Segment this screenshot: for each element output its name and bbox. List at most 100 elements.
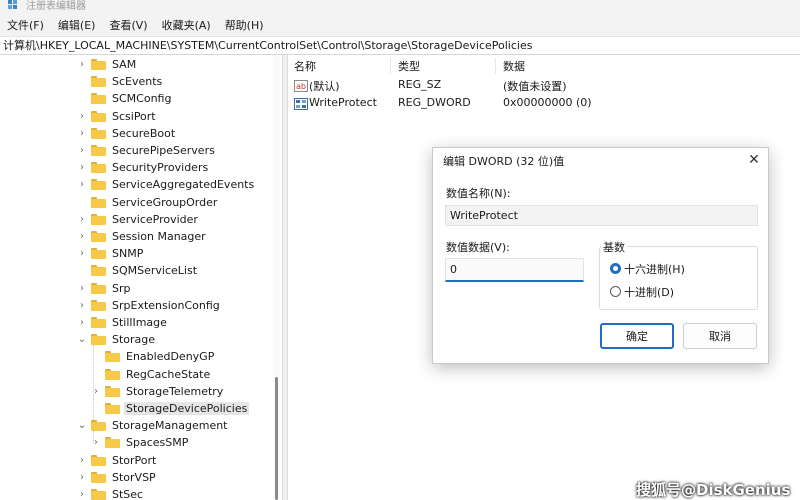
tree-item[interactable]: › StorVSP [77, 469, 158, 486]
tree-item[interactable]: ScEvents [77, 73, 164, 90]
tree-item[interactable]: › Session Manager [77, 228, 208, 245]
menu-help[interactable]: 帮助(H) [225, 17, 264, 33]
tree-item[interactable]: › SpacesSMP [91, 434, 190, 451]
chevron-right-icon[interactable]: › [77, 176, 87, 193]
value-name-field: WriteProtect [445, 205, 758, 226]
folder-icon [91, 179, 106, 191]
folder-icon [91, 317, 106, 328]
regedit-icon [8, 0, 17, 9]
menu-favorites[interactable]: 收藏夹(A) [162, 17, 211, 33]
ok-button[interactable]: 确定 [600, 323, 674, 349]
folder-icon [105, 368, 120, 380]
tree-scrollbar-thumb[interactable] [275, 377, 278, 500]
cancel-button[interactable]: 取消 [683, 323, 757, 349]
value-data-input[interactable]: 0 [445, 258, 584, 282]
tree-item[interactable]: › SecureBoot [77, 125, 177, 142]
column-header-data[interactable]: 数据 [497, 58, 525, 74]
chevron-right-icon[interactable]: › [77, 211, 87, 228]
chevron-right-icon [77, 194, 87, 211]
tree-item[interactable]: › SAM [77, 56, 138, 73]
decimal-radio[interactable] [610, 286, 621, 297]
tree-item[interactable]: › ServiceProvider [77, 211, 200, 228]
tree-item[interactable]: RegCacheState [91, 366, 212, 383]
tree-item[interactable]: StorageDevicePolicies [91, 400, 250, 417]
tree-item[interactable]: EnabledDenyGP [91, 348, 216, 365]
tree-item[interactable]: › StSec [77, 486, 145, 500]
column-separator[interactable] [495, 58, 496, 74]
tree-item-label: EnabledDenyGP [126, 350, 215, 364]
value-name: WriteProtect [309, 96, 377, 109]
chevron-right-icon[interactable]: › [77, 452, 87, 469]
tree-item[interactable]: ⌄ Storage [77, 331, 157, 348]
menu-edit[interactable]: 编辑(E) [58, 17, 96, 33]
tree-item[interactable]: › ScsiPort [77, 108, 158, 125]
close-icon[interactable]: ✕ [745, 151, 763, 169]
chevron-right-icon [91, 348, 101, 365]
tree-item[interactable]: › StorageTelemetry [91, 383, 225, 400]
tree-item[interactable]: › SecurePipeServers [77, 142, 217, 159]
tree-item-label: SAM [112, 58, 137, 71]
folder-icon [91, 162, 106, 174]
value-type: REG_SZ [398, 78, 442, 91]
chevron-right-icon[interactable]: › [91, 434, 101, 451]
chevron-right-icon[interactable]: › [77, 56, 87, 73]
decimal-radio-label[interactable]: 十进制(D) [624, 284, 674, 300]
column-separator[interactable] [390, 58, 391, 74]
folder-icon [91, 454, 106, 466]
folder-icon [91, 248, 106, 260]
chevron-right-icon[interactable]: › [77, 159, 87, 176]
chevron-right-icon[interactable]: › [91, 383, 101, 400]
tree-item-label: SQMServiceList [112, 264, 198, 278]
tree-item[interactable]: ⌄ StorageManagement [77, 417, 230, 434]
address-bar[interactable]: 计算机\HKEY_LOCAL_MACHINE\SYSTEM\CurrentCon… [0, 36, 800, 55]
chevron-right-icon[interactable]: › [77, 280, 87, 297]
tree-item-label: SecureBoot [112, 126, 176, 140]
tree-item[interactable]: › StillImage [77, 314, 169, 331]
tree-item[interactable]: › SNMP [77, 245, 145, 262]
watermark: 搜狐号@DiskGenius [636, 481, 791, 499]
chevron-right-icon[interactable]: › [77, 297, 87, 314]
title-bar: 注册表编辑器 [0, 0, 800, 14]
tree-item[interactable]: SCMConfig [77, 90, 173, 107]
tree-item-label: RegCacheState [126, 367, 211, 381]
tree-item[interactable]: › SrpExtensionConfig [77, 297, 222, 314]
folder-icon [105, 437, 120, 449]
tree-item[interactable]: ServiceGroupOrder [77, 194, 219, 211]
value-row-default[interactable]: ab (默认) REG_SZ (数值未设置) [288, 77, 800, 95]
chevron-right-icon[interactable]: › [77, 108, 87, 125]
key-tree[interactable]: › SAM ScEvents SCMConfig › ScsiPort › SecureBoo… [0, 55, 282, 500]
tree-item-label: SCMConfig [112, 92, 172, 106]
column-header-name[interactable]: 名称 [288, 58, 316, 74]
tree-item-label: Session Manager [112, 230, 206, 243]
chevron-right-icon[interactable]: › [77, 469, 87, 486]
menu-file[interactable]: 文件(F) [7, 17, 44, 33]
chevron-right-icon[interactable]: › [77, 314, 87, 331]
svg-text:ab: ab [296, 82, 306, 91]
value-data: 0x00000000 (0) [503, 96, 592, 109]
value-row-writeprotect[interactable]: WriteProtect REG_DWORD 0x00000000 (0) [288, 95, 800, 113]
hex-radio-label[interactable]: 十六进制(H) [624, 261, 685, 277]
hex-radio[interactable] [610, 263, 621, 274]
tree-item[interactable]: › StorPort [77, 452, 158, 469]
chevron-right-icon[interactable]: › [77, 228, 87, 245]
edit-dword-dialog: 编辑 DWORD (32 位)值 ✕ 数值名称(N): WriteProtect… [432, 147, 769, 364]
tree-item[interactable]: SQMServiceList [77, 262, 199, 279]
folder-icon [91, 110, 106, 122]
tree-item[interactable]: › ServiceAggregatedEvents [77, 176, 256, 193]
folder-icon [91, 196, 106, 208]
chevron-right-icon [77, 73, 87, 90]
tree-item[interactable]: › SecurityProviders [77, 159, 210, 176]
chevron-right-icon[interactable]: › [77, 125, 87, 142]
column-header-type[interactable]: 类型 [392, 58, 420, 74]
tree-item[interactable]: › Srp [77, 280, 133, 297]
chevron-down-icon[interactable]: ⌄ [77, 417, 87, 434]
tree-scrollbar[interactable] [273, 55, 281, 500]
menu-view[interactable]: 查看(V) [109, 17, 147, 33]
chevron-right-icon[interactable]: › [77, 486, 87, 500]
folder-icon [91, 93, 106, 105]
chevron-right-icon [77, 90, 87, 107]
chevron-right-icon[interactable]: › [77, 142, 87, 159]
chevron-right-icon[interactable]: › [77, 245, 87, 262]
tree-item-label: StorVSP [112, 470, 156, 484]
chevron-down-icon[interactable]: ⌄ [77, 331, 87, 348]
